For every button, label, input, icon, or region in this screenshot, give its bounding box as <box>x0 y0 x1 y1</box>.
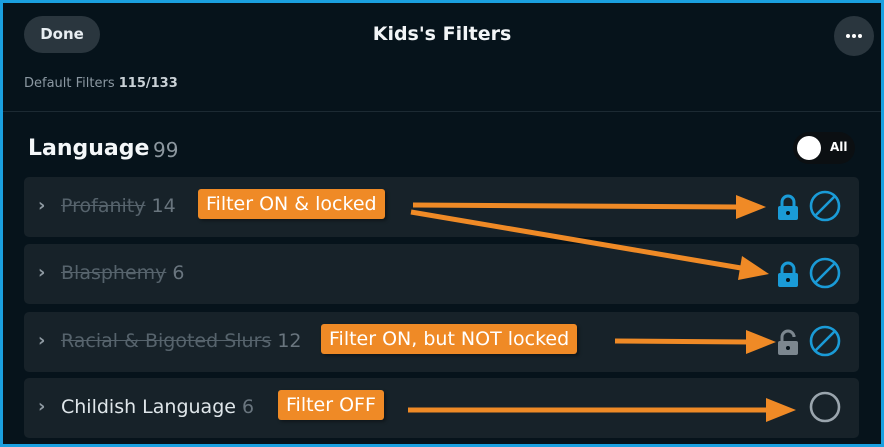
filter-row-blasphemy[interactable]: › Blasphemy 6 <box>24 244 859 304</box>
more-dots-icon <box>846 34 850 38</box>
filters-screen: Done Kids's Filters Default Filters 115/… <box>3 3 881 444</box>
filter-label: Childish Language 6 <box>61 396 255 418</box>
circle-off-icon[interactable] <box>808 390 842 424</box>
block-icon[interactable] <box>808 256 842 290</box>
toggle-knob <box>797 136 821 160</box>
default-filters-count: 115/133 <box>118 76 178 91</box>
lock-closed-icon[interactable] <box>776 261 800 289</box>
annotation-filter-on-not-locked: Filter ON, but NOT locked <box>321 324 578 354</box>
filter-label: Profanity 14 <box>61 195 176 217</box>
lock-closed-icon[interactable] <box>776 194 800 222</box>
more-options-button[interactable] <box>834 16 874 56</box>
all-toggle[interactable]: All <box>793 132 855 164</box>
filter-count: 14 <box>151 195 176 217</box>
filter-count: 6 <box>172 262 185 284</box>
default-filters-summary: Default Filters 115/133 <box>24 76 178 91</box>
chevron-right-icon[interactable]: › <box>38 396 45 417</box>
block-icon[interactable] <box>808 189 842 223</box>
chevron-right-icon[interactable]: › <box>38 195 45 216</box>
annotation-filter-on-locked: Filter ON & locked <box>198 189 385 219</box>
annotation-filter-off: Filter OFF <box>278 390 384 420</box>
section-count: 99 <box>153 138 179 162</box>
default-filters-label: Default Filters <box>24 76 115 91</box>
toggle-label: All <box>830 140 848 154</box>
header: Done Kids's Filters Default Filters 115/… <box>3 3 881 112</box>
chevron-right-icon[interactable]: › <box>38 262 45 283</box>
filter-label: Racial & Bigoted Slurs 12 <box>61 330 302 352</box>
block-icon[interactable] <box>808 324 842 358</box>
filter-count: 12 <box>277 330 302 352</box>
page-title: Kids's Filters <box>372 23 512 45</box>
lock-open-icon[interactable] <box>776 329 800 357</box>
filter-label: Blasphemy 6 <box>61 262 185 284</box>
filter-row-profanity[interactable]: › Profanity 14 <box>24 177 859 237</box>
section-title: Language <box>28 136 150 161</box>
filter-count: 6 <box>241 396 255 418</box>
chevron-right-icon[interactable]: › <box>38 330 45 351</box>
filter-row-childish-language[interactable]: › Childish Language 6 <box>24 378 859 438</box>
